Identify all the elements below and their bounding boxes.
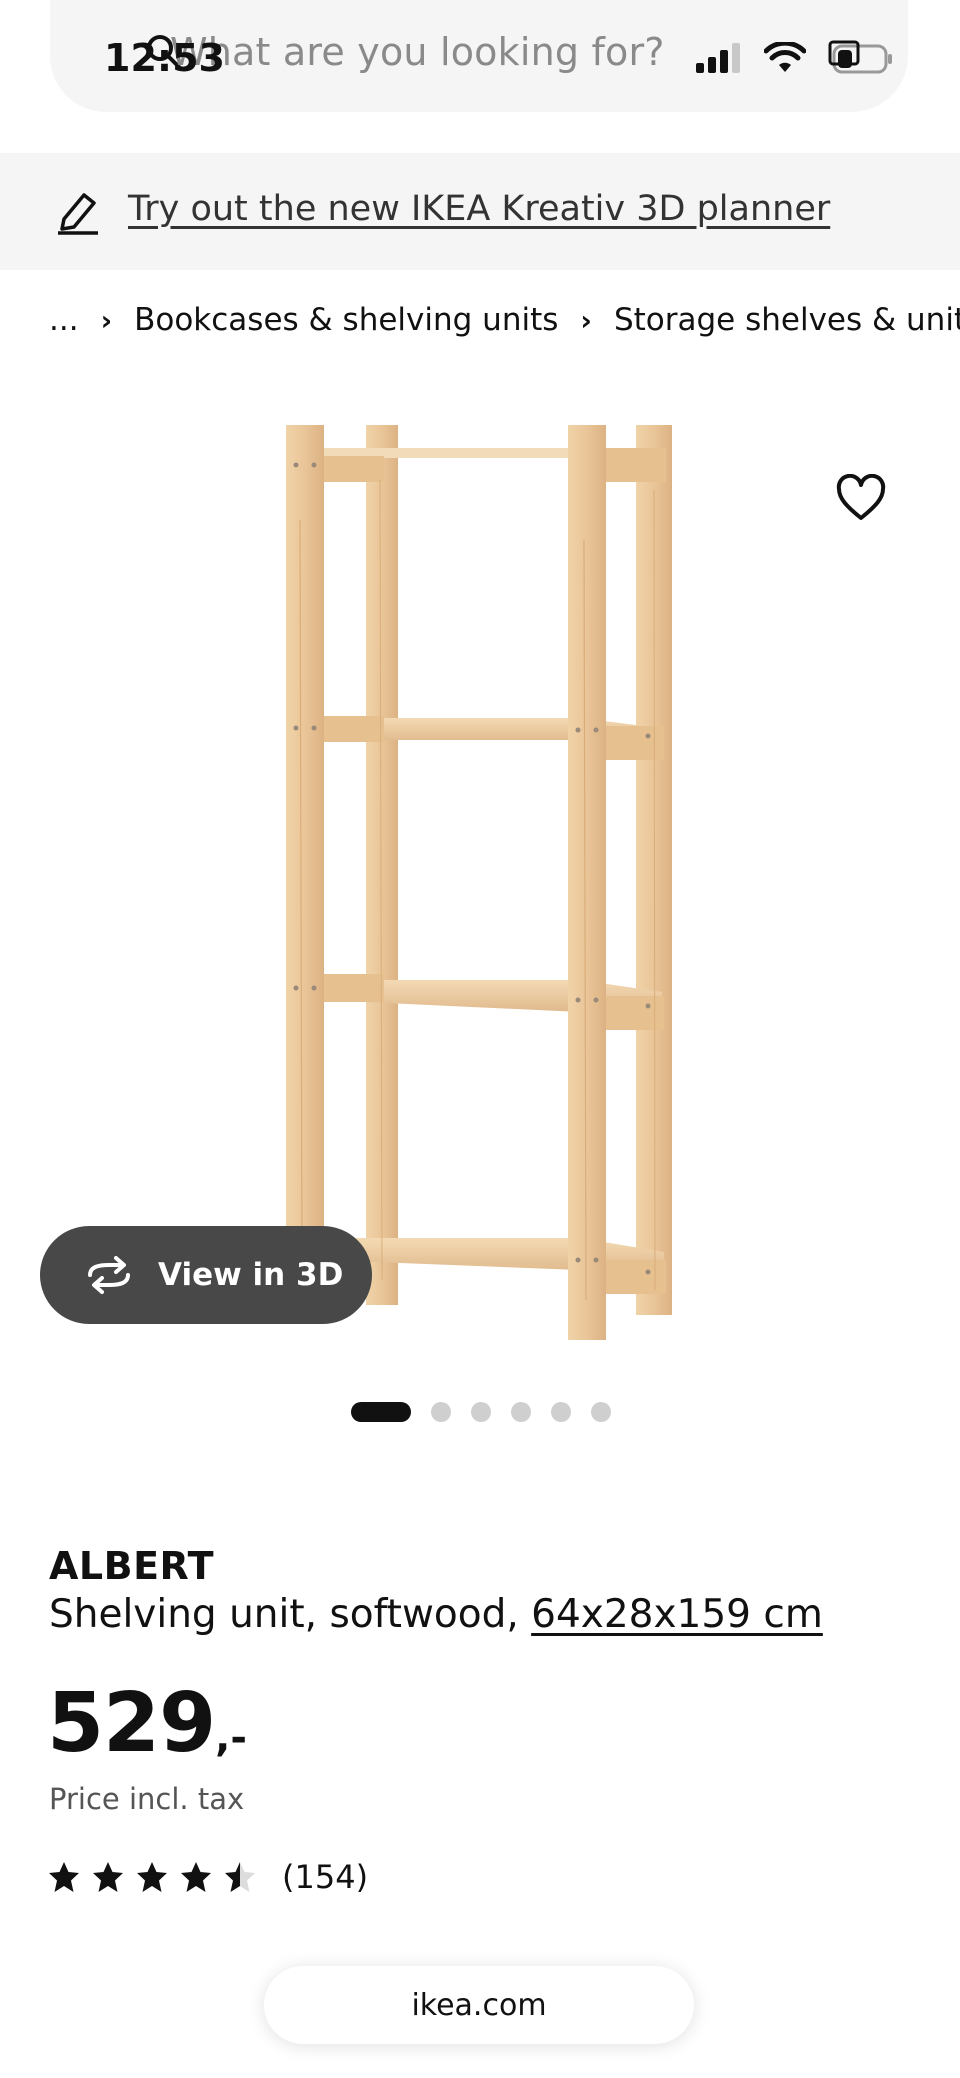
planner-banner[interactable]: Try out the new IKEA Kreativ 3D planner xyxy=(0,153,960,270)
breadcrumb-item-storage-shelves[interactable]: Storage shelves & units xyxy=(614,302,960,338)
carousel-dot[interactable] xyxy=(551,1402,571,1422)
product-rating[interactable]: (154) xyxy=(48,1858,368,1896)
pencil-icon xyxy=(58,193,98,235)
search-input[interactable]: What are you looking for? xyxy=(170,30,665,74)
product-measurements-link[interactable]: 64x28x159 cm xyxy=(531,1592,823,1637)
breadcrumb-item-bookcases[interactable]: Bookcases & shelving units xyxy=(134,302,558,338)
view-in-3d-button[interactable]: View in 3D xyxy=(40,1226,372,1324)
chevron-right-icon: › xyxy=(100,303,113,337)
status-icons xyxy=(696,40,896,76)
breadcrumb: ... › Bookcases & shelving units › Stora… xyxy=(49,302,960,338)
price-note: Price incl. tax xyxy=(49,1782,245,1816)
product-type: Shelving unit, softwood, xyxy=(49,1592,532,1637)
carousel-dot[interactable] xyxy=(471,1402,491,1422)
planner-link[interactable]: Try out the new IKEA Kreativ 3D planner xyxy=(128,189,830,229)
heart-icon[interactable] xyxy=(836,474,886,524)
rating-count: (154) xyxy=(282,1858,369,1896)
product-description: Shelving unit, softwood, 64x28x159 cm xyxy=(49,1592,823,1637)
signal-icon xyxy=(696,43,740,73)
carousel-dot[interactable] xyxy=(591,1402,611,1422)
star-icon xyxy=(49,1862,79,1892)
battery-icon xyxy=(828,40,892,74)
product-price: 529 ,- xyxy=(47,1676,247,1771)
rating-stars xyxy=(48,1861,256,1893)
carousel-dot[interactable] xyxy=(431,1402,451,1422)
breadcrumb-ellipsis[interactable]: ... xyxy=(49,302,79,338)
wifi-icon xyxy=(764,42,806,72)
rotate-3d-icon xyxy=(88,1256,130,1294)
image-carousel-dots xyxy=(351,1402,611,1422)
carousel-dot-active[interactable] xyxy=(351,1402,411,1422)
carousel-dot[interactable] xyxy=(511,1402,531,1422)
url-text: ikea.com xyxy=(411,1987,547,2023)
product-image[interactable] xyxy=(0,400,960,1360)
star-half-icon xyxy=(225,1862,255,1892)
status-time: 12:53 xyxy=(104,36,225,80)
star-icon xyxy=(137,1862,167,1892)
view-in-3d-label: View in 3D xyxy=(158,1257,344,1293)
browser-url-bar[interactable]: ikea.com xyxy=(264,1966,694,2044)
product-name: ALBERT xyxy=(49,1544,215,1588)
price-suffix: ,- xyxy=(215,1715,247,1761)
star-icon xyxy=(93,1862,123,1892)
chevron-right-icon: › xyxy=(580,303,592,337)
star-icon xyxy=(181,1862,211,1892)
price-integer: 529 xyxy=(47,1676,216,1771)
